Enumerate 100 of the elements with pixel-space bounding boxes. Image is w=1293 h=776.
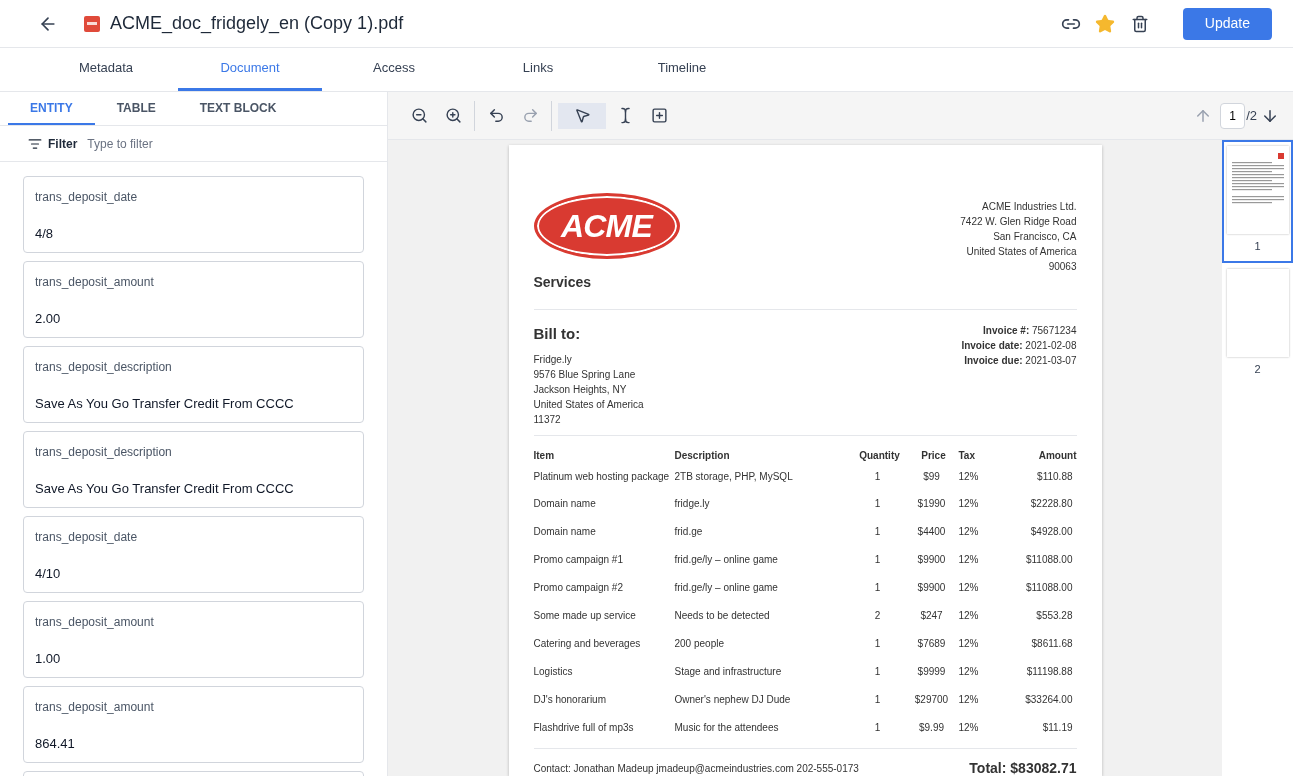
table-cell-text: $9.99 [918,720,945,735]
table-cell-text: 1 [873,664,882,679]
address-line: 11372 [533,412,562,427]
entity-card[interactable]: trans_deposit_amount 2.00 [23,261,364,338]
entity-card[interactable]: trans_deposit_description Save As You Go Transfer Credit From CCCC [23,431,364,508]
thumbnail-label: 2 [1254,361,1261,377]
table-cell-text: 12% [958,664,980,679]
entity-card[interactable]: trans_deposit_date 4/8 [23,176,364,253]
filter-field[interactable]: Type to filter [87,134,359,153]
table-cell-text: $553.28 [1035,608,1074,623]
address-line: ACME Industries Ltd. [982,200,1077,214]
entity-card[interactable]: trans_deposit_description Save As You Go Transfer Credit From CCCC [23,346,364,423]
entity-value: 1.00 [35,650,62,668]
update-button[interactable]: Update [1182,7,1272,40]
bill-to-heading: Bill to: [533,324,582,344]
table-cell-text: 12% [958,692,980,707]
file-title: ACME_doc_fridgely_en (Copy 1).pdf [110,12,404,36]
table-cell-text: Domain name [533,496,597,511]
column-header: Description [674,448,731,463]
subtab[interactable]: TABLE [94,92,178,125]
filter-icon [28,136,42,151]
entity-value: 4/10 [35,565,62,583]
column-header: Tax [958,448,976,463]
pointer-icon [573,107,591,124]
entity-card[interactable]: trans_deposit_amount 864.41 [23,686,364,763]
column-header: Price [920,448,947,463]
table-cell-text: $4928.00 [1029,524,1074,539]
redo-icon [521,107,539,124]
table-cell-text: DJ's honorarium [533,692,607,707]
table-cell-text: frid.ge/ly – online game [674,580,779,595]
entity-card[interactable]: trans_deposit_date 4/10 [23,516,364,593]
table-cell-text: frid.ge/ly – online game [674,552,779,567]
address-line: 7422 W. Glen Ridge Road [960,215,1077,229]
services-heading: Services [533,273,593,292]
table-cell-text: $9900 [916,580,947,595]
table-cell-text: $11088.00 [1024,580,1074,595]
delete-icon[interactable] [1130,14,1149,33]
invoice-info: Invoice date: 2021-02-08 [961,339,1077,353]
table-cell-text: 1 [873,636,882,651]
zoom-out-icon [410,107,428,124]
address-line: Jackson Heights, NY [533,382,628,397]
table-cell-text: Needs to be detected [674,608,771,623]
table-cell-text: $1990 [916,496,947,511]
page-total: /2 [1246,106,1257,125]
table-cell-text: $110.88 [1036,469,1074,484]
filter-label: Filter [48,135,78,153]
tab[interactable]: Document [178,48,322,91]
column-header: Amount [1037,448,1077,463]
tab[interactable]: Timeline [610,48,754,91]
address-line: United States of America [966,245,1077,259]
table-cell-text: 12% [958,496,980,511]
star-icon[interactable] [1094,13,1115,34]
tab[interactable]: Access [322,48,466,91]
subtab[interactable]: ENTITY [8,92,95,125]
entity-card[interactable]: trans_deposit_amount 1.00 [23,601,364,678]
acme-logo: ACME [533,193,680,259]
entity-name: trans_deposit_amount [35,614,155,631]
entity-value: 4/8 [35,225,55,243]
column-header: Quantity [858,448,901,463]
invoice-info: Invoice due: 2021-03-07 [964,354,1077,368]
contact-line: Contact: Jonathan Madeup jmadeup@acmeindustries.com 202-555-0173 [533,761,859,776]
table-cell-text: 12% [958,608,980,623]
page-number-field[interactable]: 1 [1220,102,1246,129]
table-cell-text: frid.ge [674,524,704,539]
tab[interactable]: Metadata [34,48,178,91]
table-cell-text: fridge.ly [674,496,711,511]
table-cell-text: 12% [958,469,980,484]
address-line: 90063 [1048,260,1077,274]
table-cell-text: 2TB storage, PHP, MySQL [674,469,794,484]
table-cell-text: $11088.00 [1024,552,1074,567]
entity-name: trans_deposit_date [35,529,139,546]
address-line: San Francisco, CA [993,230,1077,244]
pointer-button[interactable] [558,102,606,129]
table-cell-text: Domain name [533,524,597,539]
entity-name: trans_deposit_date [35,189,139,206]
page-thumbnail[interactable]: 1 [1222,140,1293,263]
table-cell-text: 1 [873,720,882,735]
table-cell-text: $29700 [913,692,950,707]
table-cell-text: 1 [873,580,882,595]
subtab[interactable]: TEXT BLOCK [177,92,299,125]
tab[interactable]: Links [466,48,610,91]
table-cell-text: 1 [873,469,882,484]
table-cell-text: 2 [873,608,882,623]
table-cell-text: Promo campaign #1 [533,552,624,567]
column-header: Item [533,448,556,463]
table-cell-text: 1 [873,496,882,511]
table-cell-text: $9900 [916,552,947,567]
table-cell-text: 12% [958,552,980,567]
address-line: Fridge.ly [533,352,573,367]
table-cell-text: $4400 [916,524,947,539]
address-line: 9576 Blue Spring Lane [533,367,637,382]
table-cell-text: 12% [958,580,980,595]
entity-name: trans_deposit_amount [35,274,155,291]
invoice-total: Total: $83082.71 [969,758,1077,776]
table-cell-text: Stage and infrastructure [674,664,783,679]
table-cell-text: Some made up service [533,608,637,623]
invoice-info: Invoice #: 75671234 [983,324,1077,338]
table-cell-text: 12% [958,524,980,539]
table-cell-text: $247 [919,608,944,623]
entity-value: 2.00 [35,310,62,328]
